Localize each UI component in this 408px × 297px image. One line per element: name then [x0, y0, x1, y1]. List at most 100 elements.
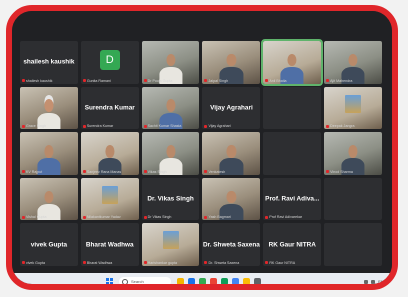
name-tag: Sanjeev Rana Manas — [82, 169, 122, 174]
taskbar-app-icon[interactable] — [221, 278, 228, 284]
participant-tile[interactable]: Nilakantkumar Yadav — [80, 177, 139, 221]
profile-image — [345, 94, 362, 113]
participant-tile[interactable]: Dr Pooja Gupta — [141, 41, 200, 84]
mic-muted-icon — [204, 215, 208, 219]
language-indicator[interactable]: ENG — [378, 280, 386, 284]
search-icon — [122, 278, 128, 284]
taskbar-app-icon[interactable] — [232, 278, 239, 284]
participant-tile[interactable] — [324, 177, 382, 221]
participant-tile[interactable]: Ajit Mahendra — [324, 41, 382, 84]
participant-name: Dr. Shweta Saxena — [202, 241, 260, 249]
name-tag: Anil Bhatia — [265, 79, 287, 83]
participant-tile[interactable]: Dr. Vikas Singh Dr Vikas Singh — [141, 177, 200, 221]
participant-tile[interactable]: Prof. Ravi Adiva... Prof Ravi Adivarekar — [263, 177, 322, 221]
profile-image — [162, 231, 179, 250]
participant-name: shailesh kaushik — [23, 58, 75, 66]
participant-tile[interactable] — [324, 223, 382, 266]
mic-muted-icon — [22, 124, 25, 128]
mic-muted-icon — [143, 124, 147, 128]
name-tag-label: RK Gaur NITRA — [269, 260, 296, 265]
participant-name: Bharat Wadhwa — [85, 241, 134, 249]
participant-name: RK Gaur NITRA — [268, 241, 316, 249]
taskbar-app-icon[interactable] — [254, 278, 261, 284]
taskbar-search[interactable]: Search — [119, 277, 171, 284]
taskbar-app-icon[interactable] — [243, 278, 250, 284]
mic-muted-icon — [82, 170, 86, 174]
taskbar-app-icon[interactable] — [199, 278, 206, 284]
participant-tile[interactable]: Dr. Shweta Saxena Dr. Shweta Saxena — [202, 223, 261, 266]
participant-tile[interactable]: vivek Gupta vivek Gupta — [20, 223, 78, 266]
participant-tile[interactable]: Grace Singh — [20, 86, 78, 130]
participant-tile[interactable]: Jaipal Singh — [202, 41, 261, 84]
name-tag: Bharat Wadhwa — [82, 261, 112, 265]
mic-muted-icon — [22, 79, 25, 83]
participant-tile[interactable]: KV Rajput — [20, 132, 78, 175]
name-tag: Dr Vikas Singh — [143, 215, 171, 219]
name-tag: Ajit Mahendra — [326, 79, 352, 83]
name-tag: Vijay Agrahari — [204, 124, 231, 128]
name-tag: Jaipal Singh — [204, 79, 228, 83]
name-tag-label: KV Rajput — [26, 169, 43, 174]
participant-tile[interactable]: Yash Bagmari — [202, 177, 261, 221]
participant-tile[interactable]: D Gunita Ramani — [80, 41, 139, 84]
participant-tile[interactable]: Vinod Sharma — [324, 132, 382, 175]
search-placeholder: Search — [131, 279, 144, 284]
mic-muted-icon — [204, 79, 208, 83]
name-tag: Venkatesh — [204, 170, 225, 174]
mic-muted-icon — [265, 261, 269, 265]
taskbar-app-icon[interactable] — [177, 278, 184, 284]
participant-tile[interactable]: Harishankar gupta — [141, 223, 200, 266]
video-meeting-window: shailesh kaushik shailesh kaushik D Gunita … — [12, 11, 392, 273]
mic-muted-icon — [143, 261, 147, 265]
participant-tile[interactable]: Sanjeev Rana Manas — [80, 132, 139, 175]
mic-muted-icon — [82, 79, 86, 83]
name-tag: Vishal Gupta — [22, 215, 47, 219]
name-tag: Prof Ravi Adivarekar — [265, 215, 302, 219]
name-tag-label: shailesh kaushik — [26, 78, 53, 83]
name-tag: Surendra Kumar — [82, 124, 114, 129]
name-tag-label: Yash Bagmari — [208, 215, 231, 220]
start-button[interactable] — [106, 278, 113, 284]
name-tag-label: Surendra Kumar — [86, 124, 114, 129]
taskbar-app-icon[interactable] — [210, 278, 217, 284]
taskbar-app-icon[interactable] — [188, 278, 195, 284]
participant-tile[interactable]: shailesh kaushik shailesh kaushik — [20, 41, 78, 84]
mic-muted-icon — [82, 261, 86, 265]
name-tag-label: Sanjeev Rana Manas — [86, 169, 122, 174]
participant-tile[interactable]: Deepak Jangra — [324, 86, 382, 130]
mic-muted-icon — [22, 261, 25, 265]
name-tag: Sachit Kumar Shasta — [143, 124, 181, 128]
name-tag-label: Harishankar gupta — [147, 260, 178, 265]
profile-image — [101, 185, 118, 204]
mic-muted-icon — [265, 215, 269, 219]
name-tag: Dr Pooja Gupta — [143, 79, 172, 83]
participant-tile[interactable]: Vishal Gupta — [20, 177, 78, 221]
participant-name: Dr. Vikas Singh — [147, 195, 194, 203]
participant-tile[interactable]: Surendra Kumar Surendra Kumar — [80, 86, 139, 130]
taskbar: Search ENG — [12, 273, 392, 284]
volume-icon[interactable] — [371, 279, 376, 284]
participant-tile[interactable]: Venkatesh — [202, 132, 261, 175]
name-tag: Nilakantkumar Yadav — [82, 215, 121, 220]
participant-tile[interactable]: Bharat Wadhwa Bharat Wadhwa — [80, 223, 139, 266]
name-tag-label: Venkatesh — [208, 169, 226, 174]
name-tag: Gunita Ramani — [82, 79, 111, 83]
participant-tile[interactable]: Anil Bhatia — [261, 39, 324, 86]
name-tag-label: Grace Singh — [26, 124, 46, 129]
mic-muted-icon — [143, 79, 147, 83]
mic-muted-icon — [326, 124, 330, 128]
participant-tile[interactable] — [263, 86, 322, 130]
mic-muted-icon — [204, 170, 208, 174]
participant-tile[interactable]: Sachit Kumar Shasta — [141, 86, 200, 130]
mic-muted-icon — [204, 261, 208, 265]
participant-tile[interactable]: Vikas Singh — [141, 132, 200, 175]
participant-tile[interactable]: Vijay Agrahari Vijay Agrahari — [202, 86, 261, 130]
name-tag: KV Rajput — [22, 170, 42, 174]
wifi-icon[interactable] — [364, 279, 369, 284]
name-tag-label: Nilakantkumar Yadav — [86, 215, 121, 220]
participant-tile[interactable]: RK Gaur NITRA RK Gaur NITRA — [263, 223, 322, 266]
name-tag: RK Gaur NITRA — [265, 261, 295, 265]
participant-tile[interactable] — [263, 132, 322, 175]
mic-muted-icon — [82, 215, 86, 219]
name-tag-label: Vishal Gupta — [26, 215, 47, 220]
